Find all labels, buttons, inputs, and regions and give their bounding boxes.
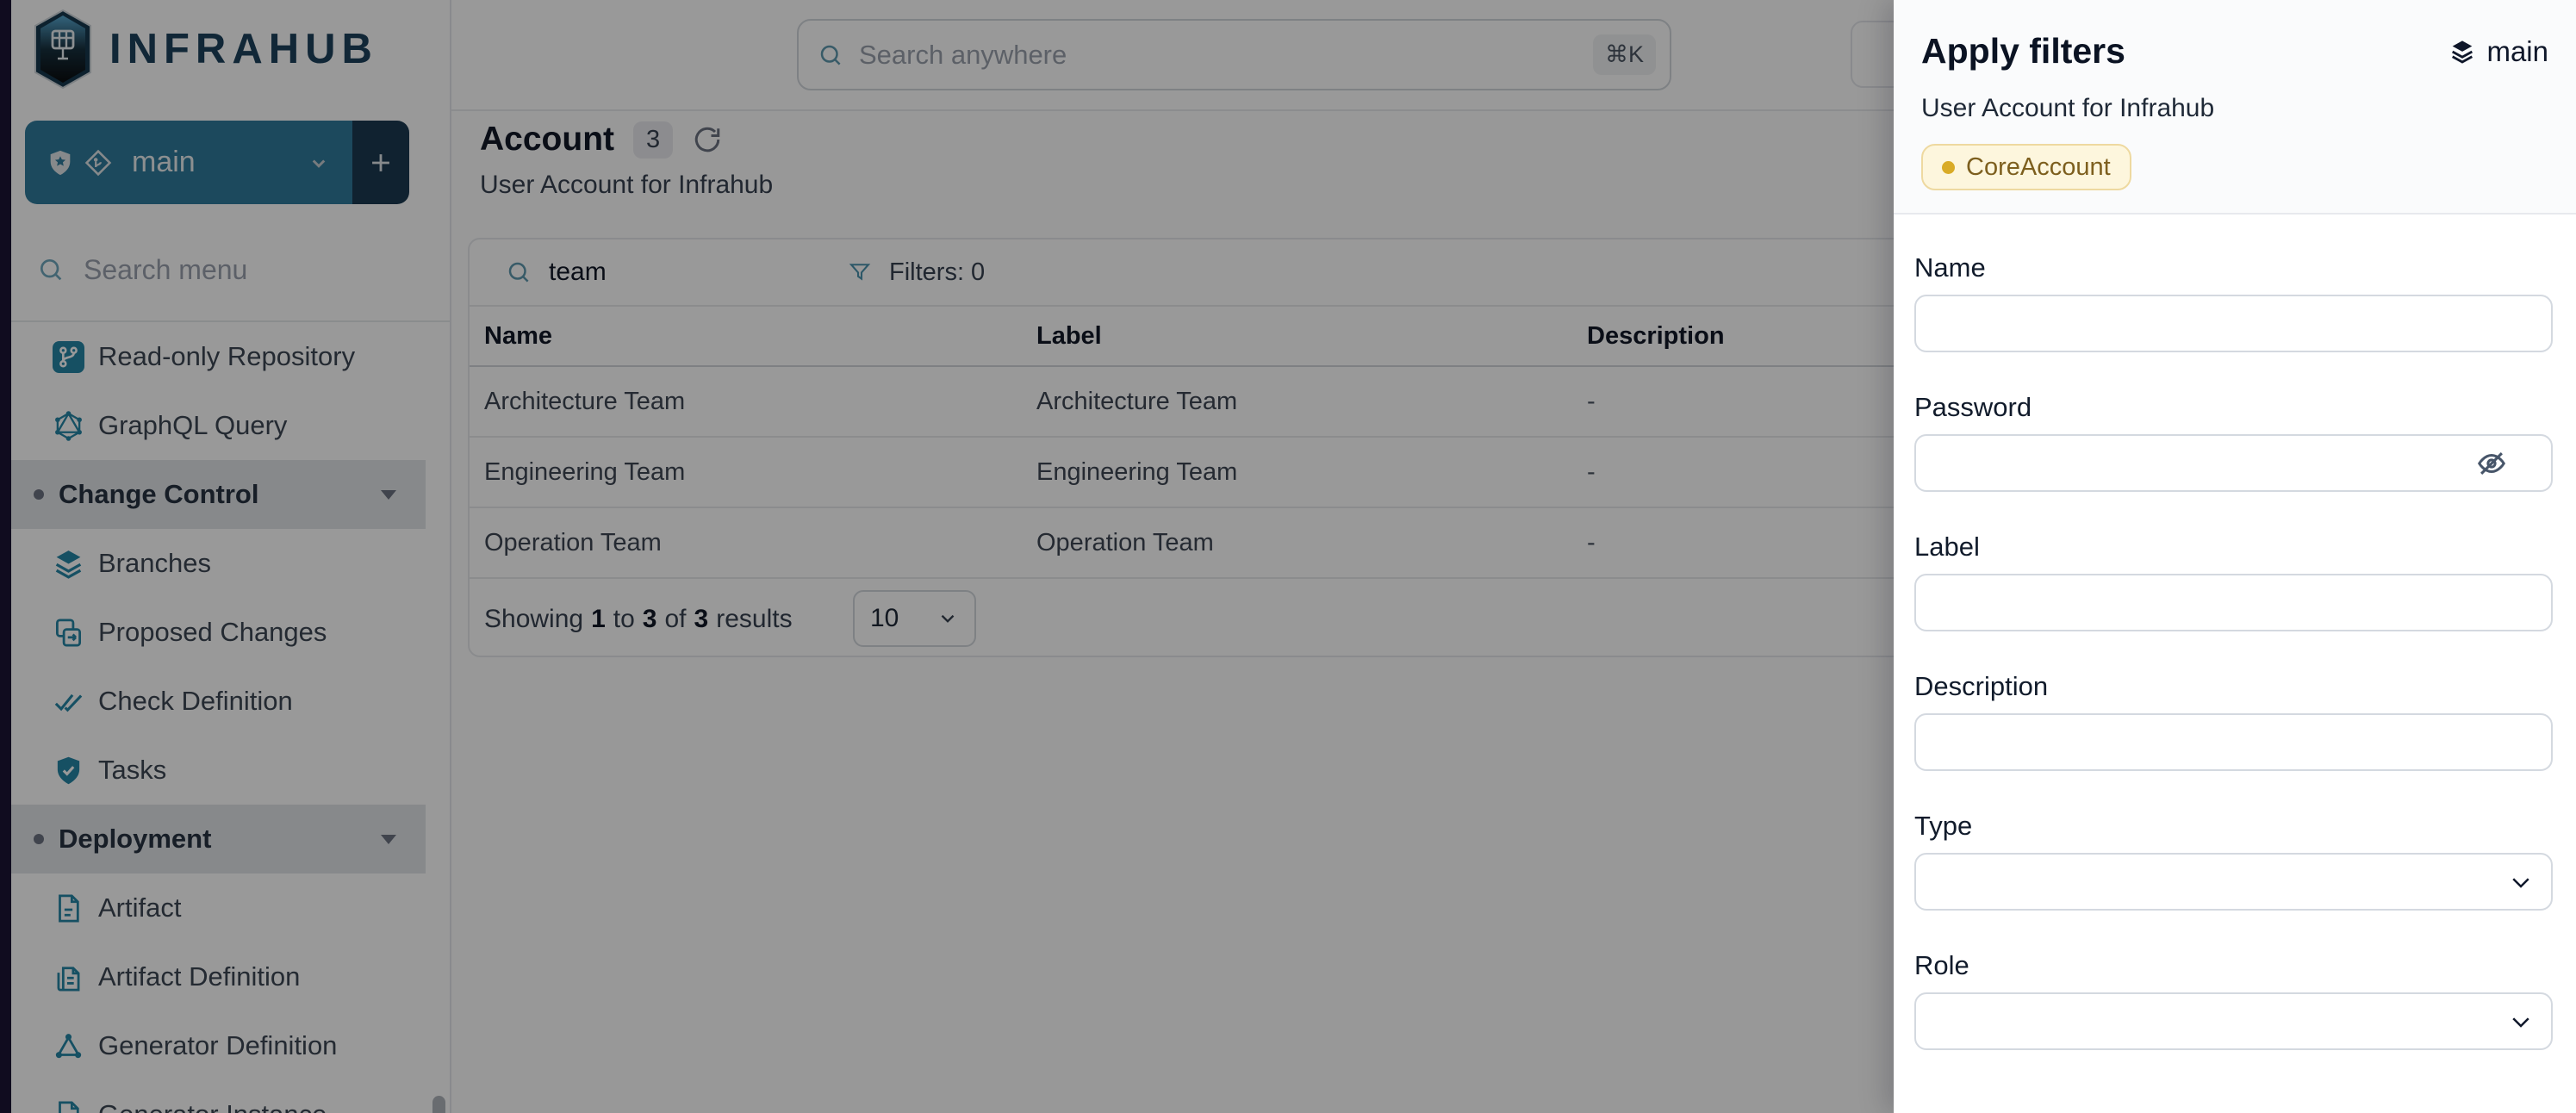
drawer-branch-name: main [2486, 35, 2548, 68]
drawer-title: Apply filters [1921, 31, 2125, 72]
infrahub-app: INFRAHUB main [0, 0, 2576, 1113]
apply-filters-drawer: Apply filters main User Account for Infr… [1894, 0, 2576, 1113]
badge-dot-icon [1942, 161, 1955, 174]
field-password: Password [1914, 392, 2553, 492]
field-label-field: Label [1914, 532, 2553, 631]
label-field[interactable] [1914, 574, 2553, 631]
kind-badge-label: CoreAccount [1966, 153, 2111, 182]
modal-overlay[interactable] [0, 0, 1894, 1113]
field-label: Name [1914, 252, 2553, 283]
description-field[interactable] [1914, 713, 2553, 771]
password-field[interactable] [1914, 434, 2553, 492]
drawer-form: Name Password [1894, 252, 2576, 1050]
drawer-header: Apply filters main User Account for Infr… [1894, 0, 2576, 215]
field-label: Label [1914, 532, 2553, 563]
field-label: Role [1914, 950, 2553, 981]
kind-badge: CoreAccount [1921, 144, 2131, 190]
name-field[interactable] [1914, 295, 2553, 352]
field-role: Role [1914, 950, 2553, 1050]
layers-icon [2448, 38, 2476, 65]
field-label: Type [1914, 811, 2553, 842]
chevron-down-icon [2508, 1009, 2534, 1035]
field-name: Name [1914, 252, 2553, 352]
eye-off-icon[interactable] [2475, 447, 2508, 480]
type-select[interactable] [1914, 853, 2553, 911]
drawer-subtitle: User Account for Infrahub [1921, 94, 2548, 123]
role-select[interactable] [1914, 992, 2553, 1050]
field-description: Description [1914, 671, 2553, 771]
field-label: Password [1914, 392, 2553, 423]
chevron-down-icon [2508, 869, 2534, 895]
field-label: Description [1914, 671, 2553, 702]
drawer-branch-indicator[interactable]: main [2448, 35, 2548, 68]
field-type: Type [1914, 811, 2553, 911]
